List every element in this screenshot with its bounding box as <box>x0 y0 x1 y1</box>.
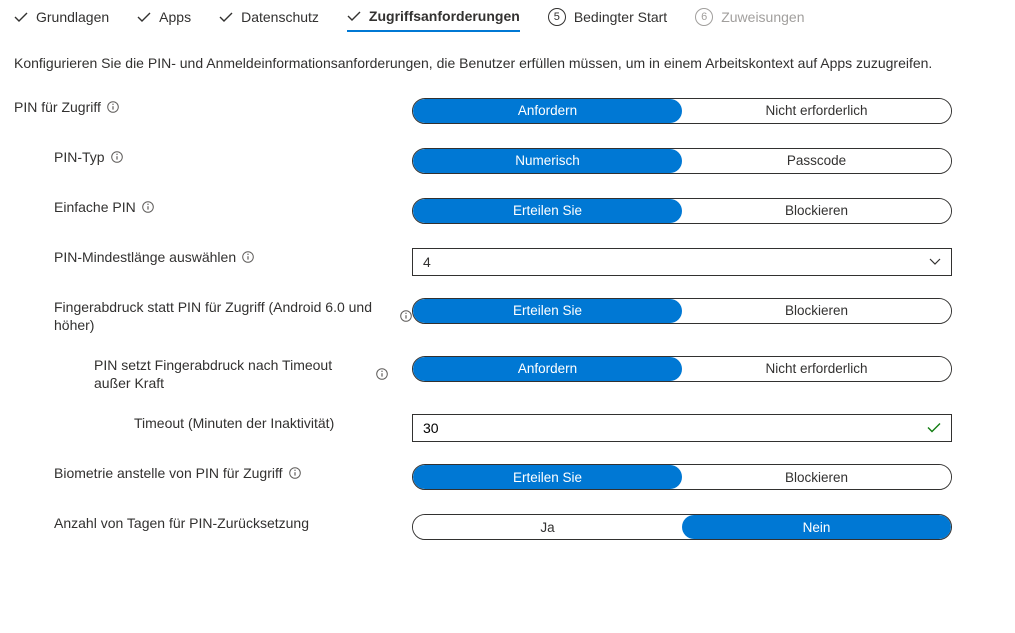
label-pin-access: PIN für Zugriff <box>14 98 101 116</box>
label-simple-pin: Einfache PIN <box>54 198 136 216</box>
opt-nein[interactable]: Nein <box>682 515 951 539</box>
row-simple-pin: Einfache PIN Erteilen Sie Blockieren <box>14 198 1001 226</box>
tab-label: Grundlagen <box>36 9 109 25</box>
tab-bedingter-start[interactable]: 5 Bedingter Start <box>548 8 667 32</box>
step-number: 5 <box>548 8 566 26</box>
label-reset-days: Anzahl von Tagen für PIN-Zurücksetzung <box>54 514 309 532</box>
tab-label: Zuweisungen <box>721 9 804 25</box>
info-icon[interactable] <box>111 151 123 163</box>
opt-passcode[interactable]: Passcode <box>682 149 951 173</box>
opt-ja[interactable]: Ja <box>413 515 682 539</box>
info-icon[interactable] <box>400 310 412 322</box>
tab-label: Zugriffsanforderungen <box>369 8 520 24</box>
info-icon[interactable] <box>242 251 254 263</box>
opt-anfordern[interactable]: Anfordern <box>413 357 682 381</box>
row-fingerprint: Fingerabdruck statt PIN für Zugriff (And… <box>14 298 1001 334</box>
label-biometrics: Biometrie anstelle von PIN für Zugriff <box>54 464 283 482</box>
row-biometrics: Biometrie anstelle von PIN für Zugriff E… <box>14 464 1001 492</box>
tab-label: Datenschutz <box>241 9 319 25</box>
tab-label: Apps <box>159 9 191 25</box>
label-pin-type: PIN-Typ <box>54 148 105 166</box>
toggle-fingerprint[interactable]: Erteilen Sie Blockieren <box>412 298 952 324</box>
opt-blockieren[interactable]: Blockieren <box>682 199 951 223</box>
opt-erteilen[interactable]: Erteilen Sie <box>413 465 682 489</box>
tab-grundlagen[interactable]: Grundlagen <box>14 9 109 31</box>
label-timeout: Timeout (Minuten der Inaktivität) <box>134 414 334 432</box>
row-min-length: PIN-Mindestlänge auswählen 4 <box>14 248 1001 276</box>
toggle-biometrics[interactable]: Erteilen Sie Blockieren <box>412 464 952 490</box>
opt-nicht-erforderlich[interactable]: Nicht erforderlich <box>682 99 951 123</box>
select-min-length[interactable]: 4 <box>412 248 952 276</box>
toggle-simple-pin[interactable]: Erteilen Sie Blockieren <box>412 198 952 224</box>
opt-numerisch[interactable]: Numerisch <box>413 149 682 173</box>
tab-zugriffsanforderungen[interactable]: Zugriffsanforderungen <box>347 8 520 32</box>
tab-zuweisungen[interactable]: 6 Zuweisungen <box>695 8 804 32</box>
label-min-length: PIN-Mindestlänge auswählen <box>54 248 236 266</box>
check-icon <box>219 12 233 23</box>
check-icon <box>347 11 361 22</box>
opt-blockieren[interactable]: Blockieren <box>682 465 951 489</box>
row-pin-access: PIN für Zugriff Anfordern Nicht erforder… <box>14 98 1001 126</box>
toggle-override[interactable]: Anfordern Nicht erforderlich <box>412 356 952 382</box>
wizard-tabs: Grundlagen Apps Datenschutz Zugriffsanfo… <box>14 8 1001 32</box>
row-override: PIN setzt Fingerabdruck nach Timeout auß… <box>14 356 1001 392</box>
label-override: PIN setzt Fingerabdruck nach Timeout auß… <box>94 356 370 392</box>
row-pin-type: PIN-Typ Numerisch Passcode <box>14 148 1001 176</box>
toggle-reset-days[interactable]: Ja Nein <box>412 514 952 540</box>
tab-label: Bedingter Start <box>574 9 667 25</box>
info-icon[interactable] <box>107 101 119 113</box>
label-fingerprint: Fingerabdruck statt PIN für Zugriff (And… <box>54 298 394 334</box>
tab-datenschutz[interactable]: Datenschutz <box>219 9 319 31</box>
row-reset-days: Anzahl von Tagen für PIN-Zurücksetzung J… <box>14 514 1001 542</box>
input-wrap-timeout <box>412 414 952 442</box>
check-icon <box>14 12 28 23</box>
toggle-pin-type[interactable]: Numerisch Passcode <box>412 148 952 174</box>
opt-blockieren[interactable]: Blockieren <box>682 299 951 323</box>
info-icon[interactable] <box>376 368 388 380</box>
opt-erteilen[interactable]: Erteilen Sie <box>413 299 682 323</box>
tab-apps[interactable]: Apps <box>137 9 191 31</box>
opt-erteilen[interactable]: Erteilen Sie <box>413 199 682 223</box>
chevron-down-icon <box>929 258 941 266</box>
toggle-pin-access[interactable]: Anfordern Nicht erforderlich <box>412 98 952 124</box>
opt-nicht-erforderlich[interactable]: Nicht erforderlich <box>682 357 951 381</box>
check-icon <box>137 12 151 23</box>
row-timeout: Timeout (Minuten der Inaktivität) <box>14 414 1001 442</box>
select-value: 4 <box>423 254 431 270</box>
page-description: Konfigurieren Sie die PIN- und Anmeldein… <box>14 54 1001 74</box>
info-icon[interactable] <box>289 467 301 479</box>
step-number: 6 <box>695 8 713 26</box>
info-icon[interactable] <box>142 201 154 213</box>
opt-anfordern[interactable]: Anfordern <box>413 99 682 123</box>
timeout-input[interactable] <box>413 415 951 441</box>
